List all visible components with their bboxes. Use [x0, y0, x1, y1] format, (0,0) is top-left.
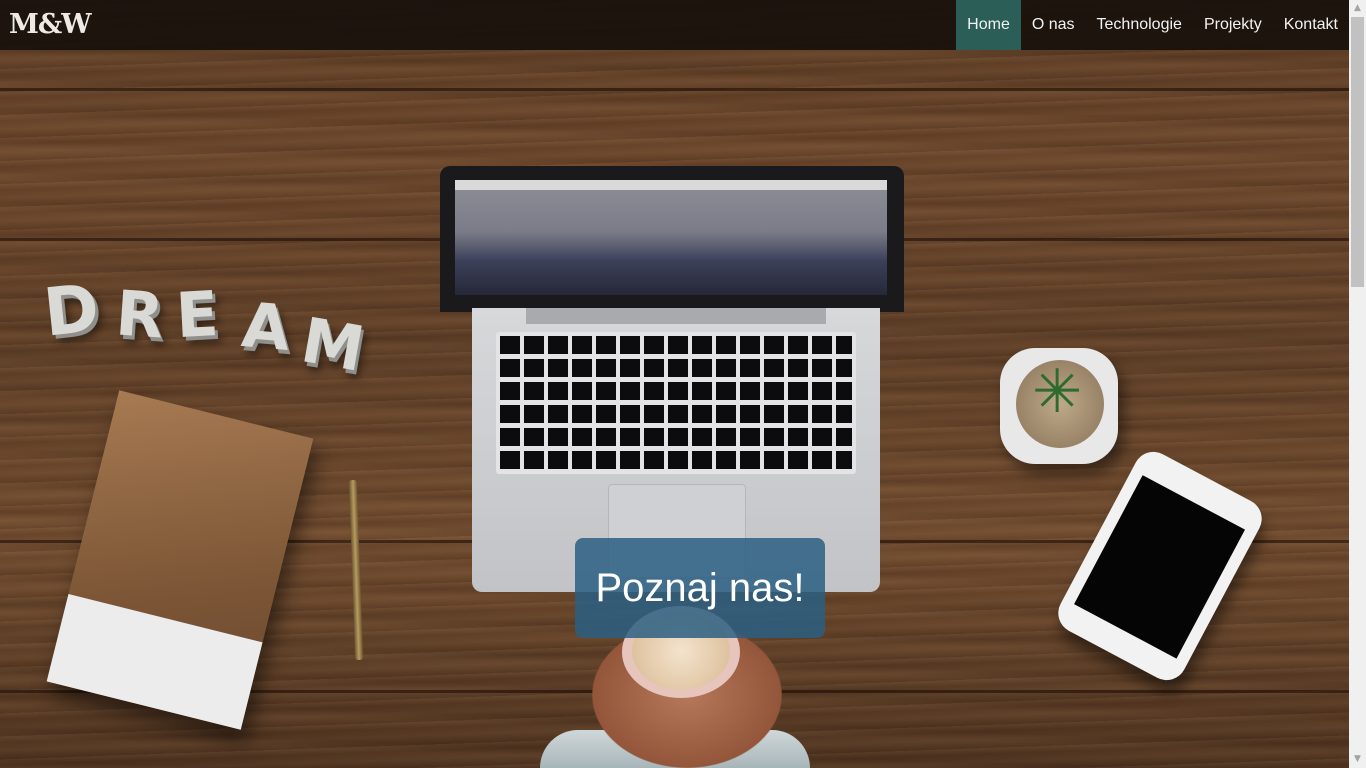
- succulent-icon: ✳: [1032, 357, 1083, 427]
- laptop-keys: [500, 336, 852, 470]
- arrow-down-icon[interactable]: ▼: [1349, 751, 1366, 768]
- wood-plank-seam: [0, 88, 1349, 91]
- laptop-screen-toolbar: [455, 180, 887, 190]
- nav-item-home[interactable]: Home: [956, 0, 1021, 50]
- navbar: M&W Home O nas Technologie Projekty Kont…: [0, 0, 1349, 50]
- nav-item-projects[interactable]: Projekty: [1193, 0, 1273, 50]
- laptop-hinge: [526, 308, 826, 324]
- laptop-screen: [455, 180, 887, 295]
- dream-letter: M: [296, 303, 370, 386]
- dream-letter: R: [113, 276, 167, 353]
- notebook-band: [46, 594, 263, 730]
- phone-image: [1051, 444, 1269, 688]
- dream-letter: E: [174, 276, 221, 353]
- nav-menu: Home O nas Technologie Projekty Kontakt: [956, 0, 1349, 50]
- page-scrollbar[interactable]: ▲ ▼: [1349, 0, 1366, 768]
- hero-background: D R E A M ✳ Poznaj nas!: [0, 0, 1349, 768]
- brand-logo[interactable]: M&W: [9, 9, 92, 40]
- cta-button[interactable]: Poznaj nas!: [575, 538, 825, 638]
- nav-item-about[interactable]: O nas: [1021, 0, 1086, 50]
- arrow-up-icon[interactable]: ▲: [1349, 0, 1366, 17]
- notebook-image: [46, 390, 314, 730]
- pen-image: [348, 479, 364, 661]
- nav-item-technologies[interactable]: Technologie: [1086, 0, 1193, 50]
- nav-item-contact[interactable]: Kontakt: [1273, 0, 1349, 50]
- dream-letter: A: [238, 288, 294, 365]
- dream-letter: D: [40, 269, 103, 352]
- scrollbar-thumb[interactable]: [1351, 17, 1364, 287]
- phone-screen: [1074, 475, 1246, 659]
